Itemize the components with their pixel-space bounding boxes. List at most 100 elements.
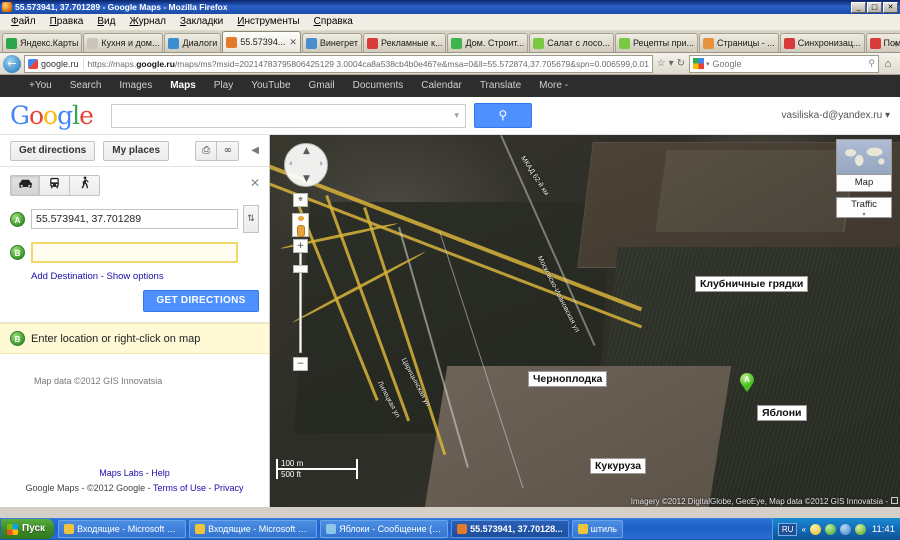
destination-input[interactable]	[31, 241, 238, 263]
dict-icon[interactable]	[824, 523, 836, 535]
menu-item-5[interactable]: Инструменты	[230, 14, 306, 30]
gbar-link-more[interactable]: More -	[530, 75, 577, 97]
get-directions-button[interactable]: GET DIRECTIONS	[143, 290, 259, 312]
zoom-in-button[interactable]: +	[293, 239, 308, 253]
browser-tab-4[interactable]: Винегрет	[301, 33, 362, 52]
get-directions-tab[interactable]: Get directions	[10, 140, 96, 161]
origin-input[interactable]	[31, 209, 238, 229]
gbar-link-translate[interactable]: Translate	[471, 75, 530, 97]
map-type-thumbnail[interactable]	[836, 139, 892, 175]
taskbar-item-3[interactable]: 55.573941, 37.70128...	[451, 520, 569, 538]
menu-item-2[interactable]: Вид	[90, 14, 122, 30]
menu-item-6[interactable]: Справка	[307, 14, 360, 30]
street-view-pegman[interactable]	[292, 213, 309, 237]
gbar-link-calendar[interactable]: Calendar	[412, 75, 471, 97]
browser-tab-10[interactable]: Синхронизац...	[779, 33, 865, 52]
browser-tab-1[interactable]: Кухня и дом...	[83, 33, 164, 52]
minimize-button[interactable]: _	[851, 1, 866, 13]
my-places-tab[interactable]: My places	[103, 140, 170, 161]
gbar-link-you[interactable]: +You	[20, 75, 61, 97]
url-bar[interactable]: google.ru https://maps.google.ru/maps/ms…	[24, 54, 653, 73]
gbar-link-maps[interactable]: Maps	[161, 75, 205, 97]
clock[interactable]: 11:41	[872, 524, 895, 535]
map-type-button[interactable]: Map	[836, 175, 892, 192]
search-icon[interactable]: ⚲	[868, 58, 875, 69]
zoom-out-button[interactable]: −	[293, 357, 308, 371]
search-input[interactable]	[117, 108, 455, 123]
map-canvas[interactable]: Липецкая ул Царицынская ул Московско-Ива…	[270, 135, 900, 507]
browser-tab-9[interactable]: Страницы - ...	[698, 33, 779, 52]
antivirus-icon[interactable]	[854, 523, 866, 535]
map-marker-a[interactable]: A	[740, 373, 754, 392]
pan-control[interactable]: ▲ ▼ ‹ ›	[284, 143, 328, 187]
gbar-link-gmail[interactable]: Gmail	[300, 75, 344, 97]
expand-tray-icon[interactable]: «	[801, 525, 805, 534]
maps-labs-link[interactable]: Maps Labs	[99, 468, 143, 478]
browser-search-box[interactable]: ▾ Google ⚲	[689, 54, 879, 73]
browser-tab-5[interactable]: Рекламные к...	[363, 33, 447, 52]
terms-link[interactable]: Terms of Use	[153, 483, 206, 493]
home-button[interactable]: ⌂	[879, 58, 897, 70]
gbar-link-youtube[interactable]: YouTube	[242, 75, 299, 97]
gbar-link-play[interactable]: Play	[205, 75, 242, 97]
list-all-tabs-icon[interactable]: ▾	[894, 40, 898, 49]
zoom-out-world-icon[interactable]: ⌖	[293, 193, 308, 207]
swap-waypoints-icon[interactable]: ⇅	[243, 205, 259, 233]
tab-close-icon[interactable]: ✕	[289, 37, 297, 48]
browser-tab-3[interactable]: 55.57394... ✕	[222, 31, 301, 52]
back-button[interactable]: ←	[3, 54, 21, 73]
browser-tab-6[interactable]: Дом. Строит...	[447, 33, 529, 52]
traffic-button[interactable]: Traffic ▾	[836, 197, 892, 218]
close-directions-icon[interactable]: ✕	[250, 176, 260, 190]
pan-left-icon[interactable]: ‹	[289, 159, 293, 169]
site-identity[interactable]: google.ru	[28, 58, 84, 69]
show-options-link[interactable]: Show options	[107, 271, 164, 282]
browser-tab-2[interactable]: Диалоги	[164, 33, 222, 52]
travel-mode-walking[interactable]	[70, 175, 100, 196]
menu-item-4[interactable]: Закладки	[173, 14, 230, 30]
engine-dropdown-icon[interactable]: ▾	[706, 60, 710, 68]
resize-handle-icon[interactable]	[891, 497, 898, 504]
chevron-down-icon[interactable]: ▾	[454, 110, 459, 121]
start-button[interactable]: Пуск	[1, 519, 55, 539]
language-indicator[interactable]: RU	[777, 522, 798, 536]
gbar-link-documents[interactable]: Documents	[344, 75, 413, 97]
add-destination-link[interactable]: Add Destination	[31, 271, 98, 282]
browser-tab-8[interactable]: Рецепты при...	[614, 33, 698, 52]
chevron-down-icon[interactable]: ▾	[669, 58, 674, 69]
google-engine-icon[interactable]	[693, 58, 704, 69]
help-link[interactable]: Help	[151, 468, 170, 478]
google-logo[interactable]: Google	[10, 101, 94, 130]
bookmark-star-icon[interactable]: ☆	[657, 58, 666, 69]
taskbar-item-0[interactable]: Входящие - Microsoft O...	[58, 520, 187, 538]
taskbar-item-4[interactable]: штиль	[571, 520, 623, 538]
reload-icon[interactable]: ↻	[677, 58, 685, 69]
search-button[interactable]: ⚲	[473, 103, 532, 128]
print-icon[interactable]: ⎙	[195, 140, 218, 161]
google-maps-label: Google Maps	[25, 483, 79, 493]
pan-right-icon[interactable]: ›	[319, 159, 323, 169]
browser-tab-0[interactable]: Яндекс.Карты	[2, 33, 83, 52]
link-icon[interactable]: ∞	[217, 140, 240, 161]
menu-item-3[interactable]: Журнал	[122, 14, 173, 30]
maximize-button[interactable]: □	[867, 1, 882, 13]
menu-item-0[interactable]: Файл	[4, 14, 43, 30]
menu-item-1[interactable]: Правка	[43, 14, 91, 30]
close-button[interactable]: ✕	[883, 1, 898, 13]
browser-tab-7[interactable]: Салат с лосо...	[529, 33, 614, 52]
pan-down-icon[interactable]: ▼	[303, 174, 310, 184]
gbar-link-images[interactable]: Images	[110, 75, 161, 97]
travel-mode-transit[interactable]	[40, 175, 70, 196]
taskbar-item-1[interactable]: Входящие - Microsoft O...	[189, 520, 318, 538]
gbar-link-search[interactable]: Search	[61, 75, 111, 97]
privacy-link[interactable]: Privacy	[214, 483, 244, 493]
zoom-slider-handle[interactable]	[293, 265, 308, 273]
pan-up-icon[interactable]: ▲	[303, 146, 310, 156]
network-icon[interactable]	[839, 523, 851, 535]
maps-search-box[interactable]: ▾	[110, 103, 466, 128]
travel-mode-driving[interactable]	[10, 175, 40, 196]
taskbar-item-2[interactable]: Яблоки - Сообщение (H...	[320, 520, 449, 538]
msn-icon[interactable]	[809, 523, 821, 535]
account-menu[interactable]: vasiliska-d@yandex.ru ▾	[781, 110, 890, 121]
collapse-panel-icon[interactable]: ◀	[251, 145, 259, 156]
